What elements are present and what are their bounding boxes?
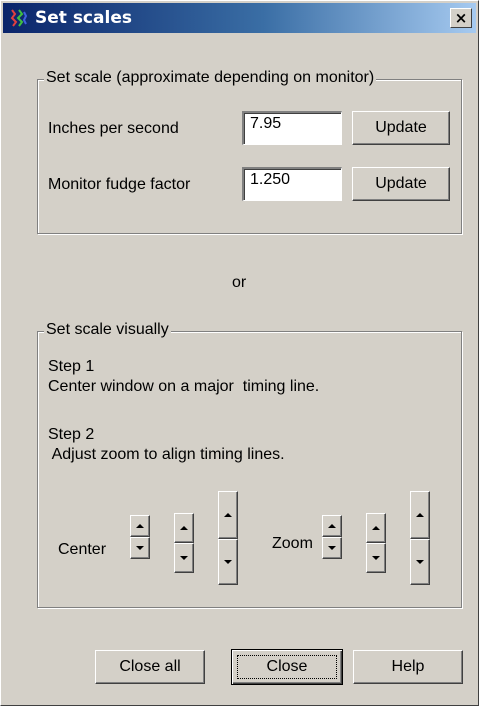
center-medium-up-button[interactable]	[174, 513, 194, 543]
title-bar[interactable]: Set scales ×	[3, 3, 476, 33]
zoom-label: Zoom	[272, 535, 313, 552]
zoom-fine-down-button[interactable]	[322, 537, 342, 559]
set-scale-visually-group: Set scale visually Step 1 Center window …	[37, 321, 462, 608]
fudge-update-button[interactable]: Update	[352, 167, 450, 201]
step2-title: Step 2	[48, 426, 95, 443]
step1-text: Center window on a major timing line.	[48, 378, 320, 395]
center-coarse-down-button[interactable]	[218, 539, 238, 585]
or-label: or	[232, 274, 247, 291]
triangle-down-icon	[372, 556, 380, 560]
triangle-down-icon	[328, 546, 336, 550]
center-label: Center	[58, 541, 107, 558]
set-scale-group: Set scale (approximate depending on moni…	[37, 69, 462, 234]
center-fine-up-button[interactable]	[130, 515, 150, 537]
zoom-coarse-up-button[interactable]	[410, 491, 430, 539]
step2-text: Adjust zoom to align timing lines.	[48, 446, 285, 463]
close-icon: ×	[454, 9, 468, 27]
inches-per-second-input[interactable]: 7.95	[242, 111, 342, 145]
monitor-fudge-factor-input[interactable]: 1.250	[242, 167, 342, 201]
triangle-up-icon	[328, 524, 336, 528]
triangle-up-icon	[416, 513, 424, 517]
triangle-down-icon	[416, 560, 424, 564]
triangle-up-icon	[224, 513, 232, 517]
inches-update-label: Update	[375, 119, 427, 136]
zoom-medium-down-button[interactable]	[366, 543, 386, 573]
center-coarse-up-button[interactable]	[218, 491, 238, 539]
inches-update-button[interactable]: Update	[352, 111, 450, 145]
inches-per-second-label: Inches per second	[48, 120, 179, 137]
window-title: Set scales	[35, 8, 132, 28]
fudge-update-label: Update	[375, 175, 427, 192]
focus-ring	[237, 655, 337, 679]
close-button[interactable]: Close	[231, 649, 343, 685]
triangle-up-icon	[180, 526, 188, 530]
close-all-label: Close all	[119, 658, 181, 675]
help-label: Help	[391, 658, 425, 675]
set-scales-dialog: Set scales × Set scale (approximate depe…	[0, 0, 479, 706]
triangle-up-icon	[136, 524, 144, 528]
zoom-fine-up-button[interactable]	[322, 515, 342, 537]
triangle-down-icon	[136, 546, 144, 550]
center-fine-down-button[interactable]	[130, 537, 150, 559]
close-all-button[interactable]: Close all	[95, 650, 205, 684]
zoom-medium-up-button[interactable]	[366, 513, 386, 543]
zoom-coarse-down-button[interactable]	[410, 539, 430, 585]
center-medium-down-button[interactable]	[174, 543, 194, 573]
help-button[interactable]: Help	[353, 650, 463, 684]
monitor-fudge-factor-label: Monitor fudge factor	[48, 176, 191, 193]
set-scale-group-legend: Set scale (approximate depending on moni…	[44, 69, 377, 87]
triangle-down-icon	[224, 560, 232, 564]
app-waveform-icon	[10, 9, 28, 27]
triangle-up-icon	[372, 526, 380, 530]
set-scale-visually-legend: Set scale visually	[44, 321, 171, 339]
close-window-button[interactable]: ×	[450, 8, 472, 28]
triangle-down-icon	[180, 556, 188, 560]
step1-title: Step 1	[48, 358, 95, 375]
